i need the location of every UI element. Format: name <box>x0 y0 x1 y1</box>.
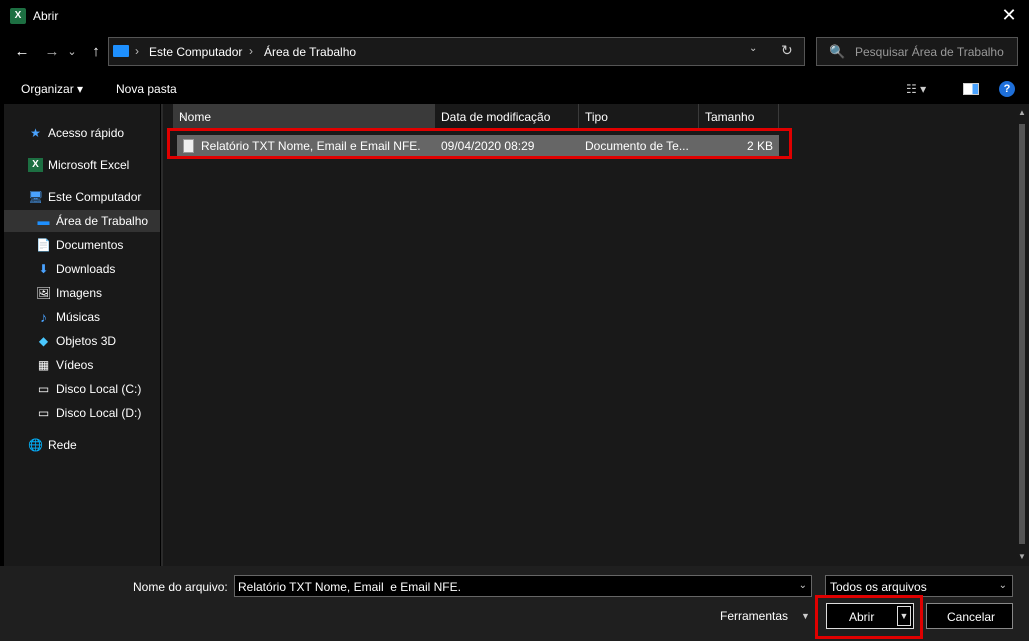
address-dropdown-chevron-icon[interactable]: ⌄ <box>749 43 757 54</box>
sidebar-item-musicas[interactable]: ♪ Músicas <box>4 306 160 328</box>
scroll-down-icon[interactable]: ▼ <box>1018 552 1026 561</box>
sidebar-item-label: Microsoft Excel <box>48 158 130 172</box>
hard-drive-icon: ▭ <box>37 406 50 420</box>
forward-arrow-icon[interactable]: → <box>42 42 62 62</box>
excel-icon: X <box>28 158 43 172</box>
recent-locations-chevron-icon[interactable]: ⌄ <box>66 42 78 62</box>
network-icon: 🌐 <box>28 438 43 452</box>
scroll-up-icon[interactable]: ▲ <box>1018 108 1026 117</box>
column-header-type[interactable]: Tipo <box>579 104 699 128</box>
filename-combobox[interactable]: ⌄ <box>234 575 812 597</box>
document-icon: 📄 <box>36 238 51 252</box>
sort-chevron-icon: ⌄ <box>179 110 187 120</box>
sidebar-item-label: Rede <box>48 438 77 452</box>
download-arrow-icon: ⬇ <box>38 262 49 276</box>
command-toolbar: Organizar ▾ Nova pasta ☷ ▾ ? <box>0 72 1029 104</box>
breadcrumb-separator[interactable]: › <box>135 44 139 58</box>
sidebar-item-imagens[interactable]: 🖼 Imagens <box>4 282 160 304</box>
organize-button[interactable]: Organizar ▾ <box>21 82 83 96</box>
help-icon[interactable]: ? <box>999 81 1015 97</box>
sidebar-item-rede[interactable]: 🌐 Rede <box>4 434 160 456</box>
column-header-label: Tipo <box>585 110 608 124</box>
sidebar-item-label: Acesso rápido <box>48 126 125 140</box>
search-input[interactable] <box>855 43 1015 61</box>
up-arrow-icon[interactable]: ↑ <box>86 42 106 62</box>
sidebar-item-microsoft-excel[interactable]: X Microsoft Excel <box>4 154 160 176</box>
address-bar[interactable]: › Este Computador › Área de Trabalho ⌄ ↻ <box>108 37 805 66</box>
sidebar-item-label: Músicas <box>56 310 101 324</box>
sidebar-item-label: Documentos <box>56 238 124 252</box>
sidebar-item-label: Área de Trabalho <box>56 214 149 228</box>
sidebar-item-area-de-trabalho[interactable]: ▬ Área de Trabalho <box>4 210 160 232</box>
picture-icon: 🖼 <box>36 286 52 300</box>
sidebar-item-downloads[interactable]: ⬇ Downloads <box>4 258 160 280</box>
sidebar-item-objetos-3d[interactable]: ◆ Objetos 3D <box>4 330 160 352</box>
navigation-pane: ★ Acesso rápido X Microsoft Excel 🖥 Este… <box>4 104 160 566</box>
sidebar-item-label: Disco Local (C:) <box>56 382 142 396</box>
close-icon[interactable]: ✕ <box>989 0 1029 32</box>
open-button-highlight-box <box>815 595 923 639</box>
view-options-icon[interactable]: ☷ ▾ <box>906 82 926 96</box>
breadcrumb-separator[interactable]: › <box>249 44 253 58</box>
sidebar-item-este-computador[interactable]: 🖥 Este Computador <box>4 186 160 208</box>
column-header-size[interactable]: Tamanho <box>699 104 779 128</box>
hard-drive-icon: ▭ <box>37 382 50 396</box>
breadcrumb-este-computador[interactable]: Este Computador <box>149 45 242 59</box>
new-folder-button[interactable]: Nova pasta <box>116 82 177 96</box>
filename-label: Nome do arquivo: <box>133 580 228 594</box>
cube-3d-icon: ◆ <box>38 334 49 348</box>
back-arrow-icon[interactable]: ← <box>12 42 32 62</box>
video-film-icon: ▦ <box>37 358 50 372</box>
sidebar-item-label: Imagens <box>56 286 103 300</box>
column-header-label: Data de modificação <box>441 110 551 124</box>
filename-input[interactable] <box>238 579 786 595</box>
title-bar: X Abrir ✕ <box>0 0 1029 32</box>
tools-dropdown-arrow-icon[interactable]: ▼ <box>801 611 810 621</box>
star-icon: ★ <box>30 126 41 140</box>
desktop-icon: ▬ <box>37 214 50 228</box>
file-type-filter-select[interactable]: Todos os arquivos ⌄ <box>825 575 1013 597</box>
sidebar-item-disco-local-c[interactable]: ▭ Disco Local (C:) <box>4 378 160 400</box>
computer-icon: 🖥 <box>28 190 44 204</box>
column-header-date-modified[interactable]: Data de modificação <box>435 104 579 128</box>
music-note-icon: ♪ <box>40 309 47 325</box>
file-type-filter-value: Todos os arquivos <box>830 580 927 594</box>
sidebar-item-label: Vídeos <box>56 358 94 372</box>
sidebar-item-disco-local-d[interactable]: ▭ Disco Local (D:) <box>4 402 160 424</box>
sidebar-item-documentos[interactable]: 📄 Documentos <box>4 234 160 256</box>
sidebar-item-label: Downloads <box>56 262 116 276</box>
sidebar-item-videos[interactable]: ▦ Vídeos <box>4 354 160 376</box>
sidebar-item-label: Disco Local (D:) <box>56 406 142 420</box>
sidebar-item-acesso-rapido[interactable]: ★ Acesso rápido <box>4 122 160 144</box>
preview-pane-icon[interactable] <box>963 83 979 95</box>
file-row-highlight-box <box>167 128 792 159</box>
filter-dropdown-chevron-icon: ⌄ <box>998 580 1007 591</box>
sidebar-item-label: Objetos 3D <box>56 334 117 348</box>
file-list: Nome ⌄ Data de modificação Tipo Tamanho … <box>163 104 1015 566</box>
cancel-button[interactable]: Cancelar <box>926 603 1013 629</box>
excel-icon: X <box>10 8 26 24</box>
cancel-button-label: Cancelar <box>947 610 996 624</box>
sidebar-item-label: Este Computador <box>48 190 142 204</box>
file-list-scrollbar[interactable]: ▲ ▼ <box>1015 104 1029 566</box>
column-header-label: Tamanho <box>705 110 755 124</box>
computer-icon <box>113 45 129 57</box>
tools-button[interactable]: Ferramentas <box>720 609 788 623</box>
window-title: Abrir <box>33 9 59 23</box>
search-icon: 🔍 <box>829 44 846 59</box>
search-box[interactable]: 🔍 <box>816 37 1018 66</box>
filename-dropdown-chevron-icon[interactable]: ⌄ <box>799 580 807 591</box>
scrollbar-thumb[interactable] <box>1019 124 1025 544</box>
column-header-name[interactable]: Nome ⌄ <box>173 104 435 128</box>
breadcrumb-area-de-trabalho[interactable]: Área de Trabalho <box>264 45 356 59</box>
refresh-icon[interactable]: ↻ <box>781 42 793 59</box>
